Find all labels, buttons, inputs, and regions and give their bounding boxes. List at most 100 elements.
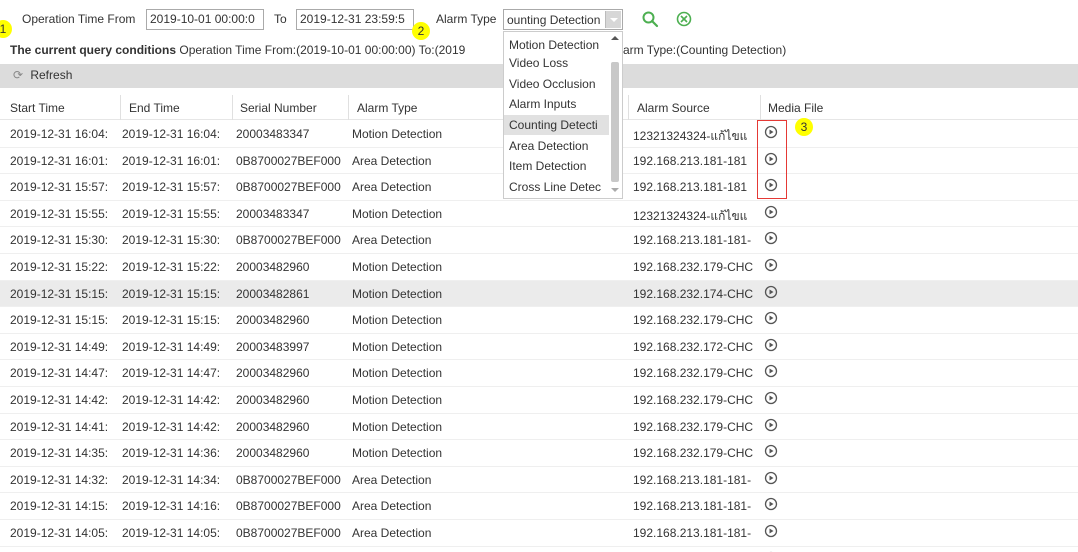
table-row[interactable]: 2019-12-31 14:47: 2019-12-31 14:47: 200034… [0, 360, 1078, 387]
refresh-button[interactable]: ⟳ Refresh [13, 68, 72, 82]
play-icon[interactable] [764, 497, 778, 511]
play-icon[interactable] [764, 205, 778, 219]
dropdown-option[interactable]: Video Loss [504, 53, 609, 73]
dropdown-option-selected[interactable]: Counting Detecti [504, 115, 609, 135]
start-time-cell: 2019-12-31 14:49: [10, 339, 109, 354]
play-icon[interactable] [764, 418, 778, 432]
table-row[interactable]: 2019-12-31 14:35: 2019-12-31 14:36: 200034… [0, 440, 1078, 467]
start-time-cell: 2019-12-31 15:22: [10, 259, 109, 274]
alarm-type-cell: Motion Detection [352, 446, 443, 461]
table-row[interactable]: 2019-12-31 14:05: 2019-12-31 14:05: 0B8700… [0, 520, 1078, 547]
serial-number-cell: 20003483347 [236, 206, 310, 221]
end-time-cell: 2019-12-31 14:49: [122, 339, 221, 354]
alarm-type-cell: Motion Detection [352, 127, 443, 141]
alarm-type-dropdown[interactable]: Motion Detection Video Loss Video Occlus… [503, 31, 623, 199]
table-row[interactable]: 2019-12-31 14:42: 2019-12-31 14:42: 200034… [0, 387, 1078, 414]
alarm-source-cell: 12321324324-แก้ไขแ [633, 129, 748, 143]
dropdown-option[interactable]: Area Detection [504, 136, 609, 156]
start-time-cell: 2019-12-31 14:47: [10, 366, 109, 381]
alarm-source-cell: 192.168.232.174-CHC [633, 286, 754, 301]
query-conditions-title: The current query conditions [10, 43, 177, 57]
table-row[interactable]: 2019-12-31 15:15: 2019-12-31 15:15: 200034… [0, 307, 1078, 334]
alarm-type-cell: Motion Detection [352, 419, 443, 434]
table-row[interactable]: 2019-12-31 14:41: 2019-12-31 14:42: 200034… [0, 414, 1078, 441]
table-row[interactable]: 2019-12-31 13:54:2019-12-31 13:54:200034… [0, 547, 1078, 552]
query-conditions-tail: arm Type:(Counting Detection) [623, 43, 787, 57]
dropdown-scrollbar[interactable] [609, 34, 621, 196]
marker-2: 2 [412, 22, 430, 40]
scroll-down-icon[interactable] [611, 188, 619, 192]
alarm-type-cell: Motion Detection [352, 313, 443, 328]
play-icon[interactable] [764, 444, 778, 458]
dropdown-option[interactable]: Video Occlusion [504, 74, 609, 94]
scroll-thumb[interactable] [611, 62, 619, 182]
end-time-cell: 2019-12-31 15:57: [122, 180, 221, 195]
end-time-cell: 2019-12-31 14:36: [122, 446, 221, 461]
play-icon[interactable] [764, 471, 778, 485]
clear-icon[interactable] [675, 10, 693, 28]
alarm-source-cell: 192.168.213.181-181 [633, 180, 748, 195]
start-time-cell: 2019-12-31 14:32: [10, 472, 109, 487]
table-row[interactable]: 2019-12-31 14:15: 2019-12-31 14:16: 0B8700… [0, 493, 1078, 520]
start-time-cell: 2019-12-31 15:57: [10, 180, 109, 195]
col-serial-number[interactable]: Serial Number [240, 101, 317, 115]
end-time-cell: 2019-12-31 16:01: [122, 153, 221, 168]
play-icon[interactable] [764, 231, 778, 245]
serial-number-cell: 0B8700027BEF000 [236, 153, 341, 168]
play-icon[interactable] [764, 338, 778, 352]
media-highlight-box [757, 120, 787, 199]
end-time-cell: 2019-12-31 15:22: [122, 259, 221, 274]
play-icon[interactable] [764, 258, 778, 272]
play-icon[interactable] [764, 285, 778, 299]
chevron-down-icon[interactable] [605, 11, 621, 28]
alarm-type-cell: Area Detection [352, 472, 432, 487]
table-row[interactable]: 2019-12-31 14:49: 2019-12-31 14:49: 200034… [0, 334, 1078, 361]
col-start-time[interactable]: Start Time [10, 101, 65, 115]
from-time-input[interactable]: 2019-10-01 00:00:0 [146, 9, 264, 30]
play-icon[interactable] [764, 311, 778, 325]
serial-number-cell: 20003482960 [236, 392, 310, 407]
end-time-cell: 2019-12-31 14:16: [122, 499, 221, 514]
col-alarm-source[interactable]: Alarm Source [637, 101, 710, 115]
table-row[interactable]: 2019-12-31 15:55: 2019-12-31 15:55: 200034… [0, 201, 1078, 228]
play-icon[interactable] [764, 391, 778, 405]
serial-number-cell: 0B8700027BEF000 [236, 180, 341, 195]
alarm-type-select[interactable]: ounting Detection [503, 9, 623, 30]
alarm-type-cell: Area Detection [352, 499, 432, 514]
alarm-source-cell: 192.168.232.179-CHC [633, 259, 754, 274]
serial-number-cell: 0B8700027BEF000 [236, 233, 341, 248]
col-alarm-type[interactable]: Alarm Type [357, 101, 417, 115]
dropdown-option[interactable]: Alarm Inputs [504, 94, 609, 114]
dropdown-option[interactable]: Item Detection [504, 156, 609, 176]
start-time-cell: 2019-12-31 16:04: [10, 127, 109, 141]
table-row[interactable]: 2019-12-31 15:15: 2019-12-31 15:15: 200034… [0, 280, 1078, 308]
alarm-source-cell: 192.168.232.179-CHC [633, 392, 754, 407]
to-time-input[interactable]: 2019-12-31 23:59:5 [296, 9, 414, 30]
alarm-type-label: Alarm Type [436, 12, 497, 26]
table-row[interactable]: 2019-12-31 14:32: 2019-12-31 14:34: 0B8700… [0, 467, 1078, 494]
serial-number-cell: 20003482960 [236, 419, 310, 434]
alarm-source-cell: 192.168.232.179-CHC [633, 366, 754, 381]
alarm-type-value: ounting Detection [507, 13, 601, 27]
alarm-source-cell: 192.168.232.179-CHC [633, 446, 754, 461]
play-icon[interactable] [764, 364, 778, 378]
serial-number-cell: 0B8700027BEF000 [236, 525, 341, 540]
query-conditions-text: Operation Time From:(2019-10-01 00:00:00… [176, 43, 466, 57]
start-time-cell: 2019-12-31 15:55: [10, 206, 109, 221]
end-time-cell: 2019-12-31 14:47: [122, 366, 221, 381]
col-end-time[interactable]: End Time [129, 101, 180, 115]
to-label: To [274, 12, 287, 26]
alarm-source-cell: 192.168.213.181-181 [633, 153, 748, 168]
scroll-up-icon[interactable] [611, 36, 619, 40]
start-time-cell: 2019-12-31 14:41: [10, 419, 109, 434]
col-media-file[interactable]: Media File [768, 101, 823, 115]
play-icon[interactable] [764, 524, 778, 538]
dropdown-option[interactable]: Motion Detection [504, 35, 609, 55]
dropdown-option[interactable]: Cross Line Detec [504, 177, 609, 197]
search-icon[interactable] [641, 10, 659, 28]
table-row[interactable]: 2019-12-31 15:30: 2019-12-31 15:30: 0B8700… [0, 227, 1078, 254]
alarm-type-cell: Area Detection [352, 525, 432, 540]
start-time-cell: 2019-12-31 15:30: [10, 233, 109, 248]
table-row[interactable]: 2019-12-31 15:22: 2019-12-31 15:22: 200034… [0, 254, 1078, 281]
serial-number-cell: 20003482960 [236, 313, 310, 328]
